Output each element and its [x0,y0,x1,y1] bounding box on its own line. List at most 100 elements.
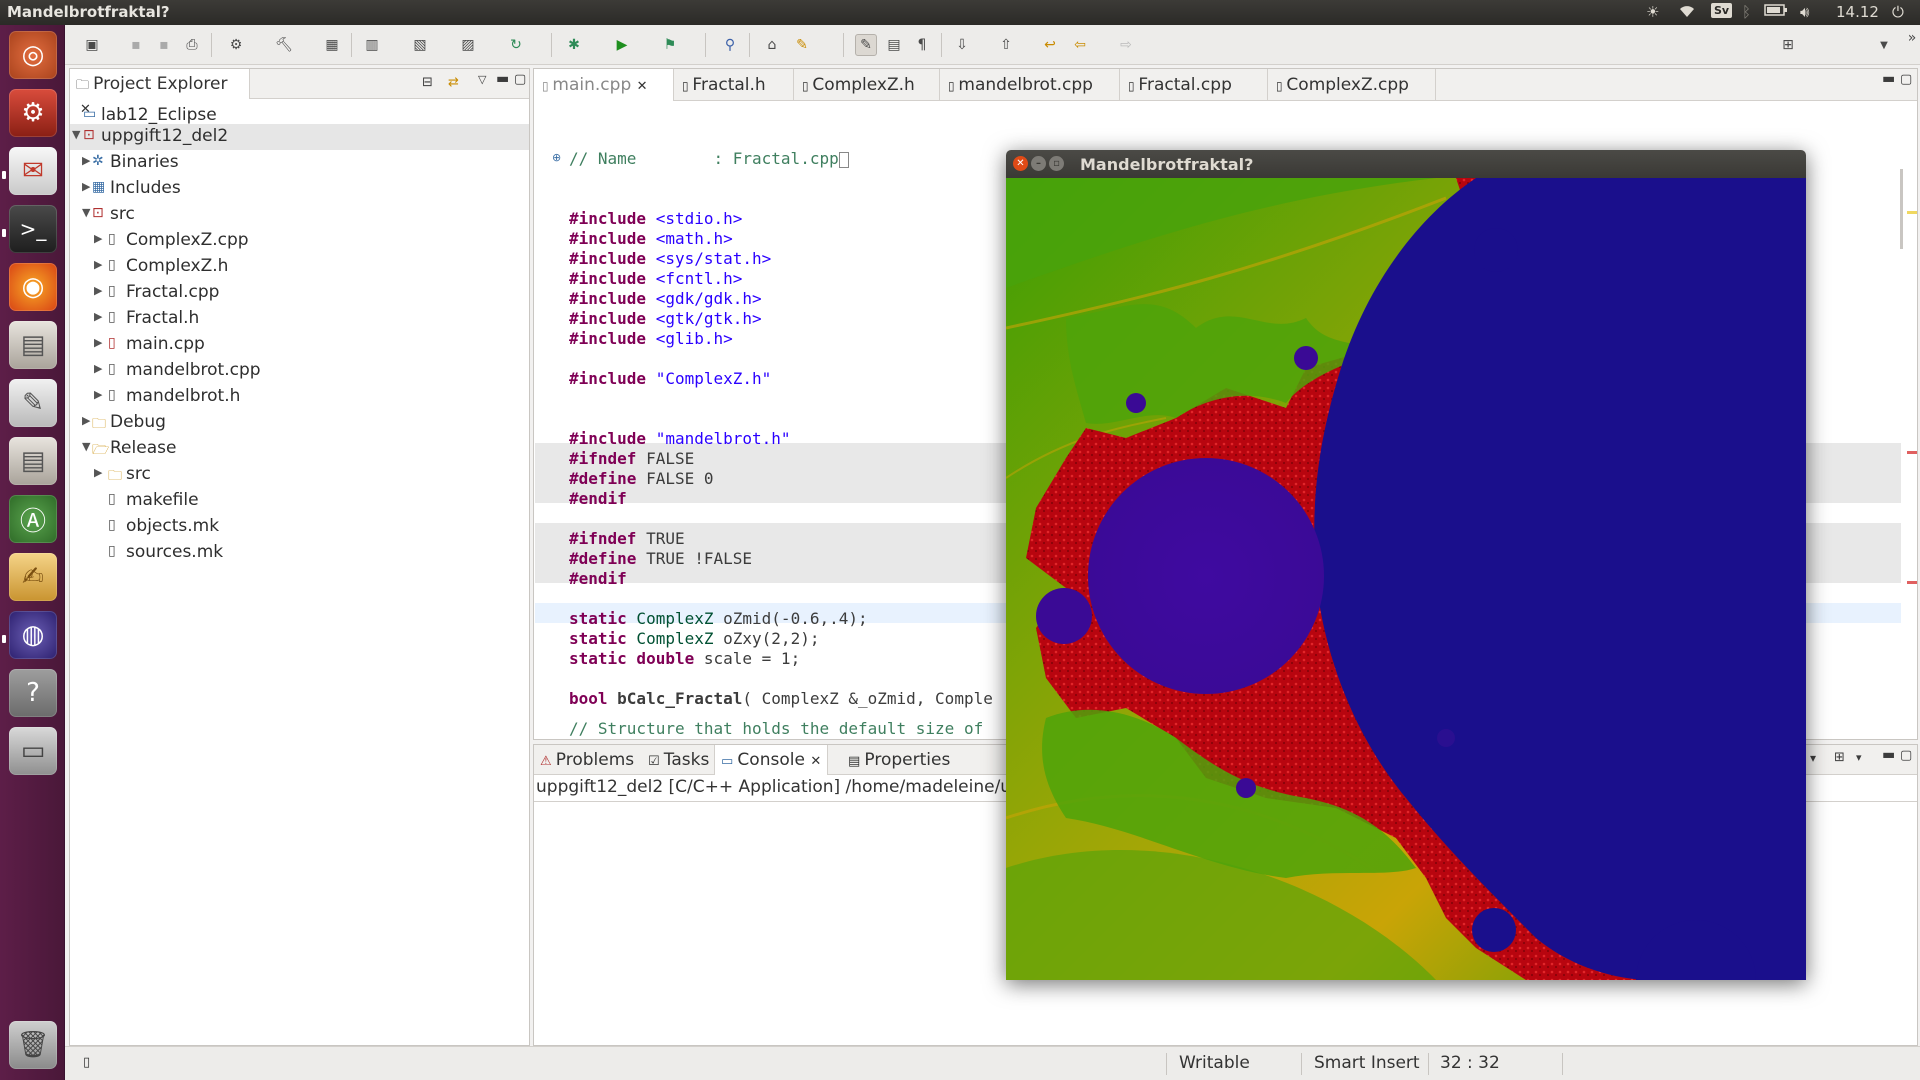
code-line[interactable]: #ifndef FALSE [569,449,694,469]
next-annotation-icon[interactable]: ⇩ [951,34,973,56]
text-editor-icon[interactable]: ✎ [9,379,57,427]
tree-item[interactable]: ▶ 🗀︎ src [70,462,529,488]
tree-item[interactable]: ▯ makefile [70,488,529,514]
error-marker[interactable] [1907,581,1917,584]
wifi-icon[interactable] [1678,3,1696,23]
code-line[interactable]: static double scale = 1; [569,649,800,669]
tab-fractal-cpp[interactable]: ▯ Fractal.cpp [1120,69,1268,101]
code-line[interactable]: #include <fcntl.h> [569,269,742,289]
print-icon[interactable]: ⎙ [181,34,203,56]
last-edit-icon[interactable]: ↩ [1039,34,1061,56]
prev-annotation-icon[interactable]: ⇧ [995,34,1017,56]
close-icon[interactable]: ✕ [1013,156,1028,171]
tree-item[interactable]: ▶ 🗀︎ Debug [70,410,529,436]
maximize-icon[interactable]: ▢ [514,72,526,87]
keyboard-layout-indicator[interactable]: Sv [1711,3,1733,18]
collapsed-arrow-icon[interactable]: ▶ [94,336,102,349]
code-line[interactable]: // Structure that holds the default size… [569,719,983,739]
minimize-icon[interactable]: ▬ [496,71,509,87]
show-whitespace-icon[interactable]: ¶ [911,34,933,56]
system-settings-icon[interactable]: ⚙ [9,89,57,137]
tab-complexz-cpp[interactable]: ▯ ComplexZ.cpp [1268,69,1436,101]
tab-properties[interactable]: ▤ Properties [842,745,956,775]
fold-expand-icon[interactable]: ⊕ [552,151,561,164]
minimize-icon[interactable]: ▬ [1882,71,1895,87]
forward-icon[interactable]: ⇨ [1115,34,1137,56]
eclipse-icon[interactable]: ◍ [9,611,57,659]
close-icon[interactable]: ✕ [810,754,821,769]
tree-item[interactable]: ▶ ▯ mandelbrot.h [70,384,529,410]
link-editor-icon[interactable]: ⇄ [448,75,459,90]
toggle-block-icon[interactable]: ▤ [883,34,905,56]
chevron-down-icon[interactable]: ▾ [1810,751,1816,765]
open-type-icon[interactable]: ⌂ [761,34,783,56]
new-folder-icon[interactable]: ▧ [409,34,431,56]
fractal-canvas[interactable] [1006,178,1806,980]
code-line[interactable]: bool bCalc_Fractal( ComplexZ &_oZmid, Co… [569,689,993,709]
files-icon-2[interactable]: ▤ [9,437,57,485]
fractal-window-titlebar[interactable]: ✕ – ▫ Mandelbrotfraktal? [1006,150,1806,178]
bluetooth-icon[interactable]: ᛒ [1742,3,1751,21]
drive-icon[interactable]: ▭ [9,727,57,775]
minimize-icon[interactable]: – [1031,156,1046,171]
overview-ruler[interactable] [1900,169,1903,249]
ubuntu-dash-icon[interactable]: ◎ [9,31,57,79]
tree-item[interactable]: ▯ sources.mk [70,540,529,566]
tab-project-explorer[interactable]: 🗀︎ Project Explorer ✕ [70,69,250,117]
code-line[interactable]: #define TRUE !FALSE [569,549,752,569]
tree-item[interactable]: ▶ ▯ ComplexZ.cpp [70,228,529,254]
tree-item[interactable]: ▶ ✲ Binaries [70,150,529,176]
code-line[interactable]: static ComplexZ oZxy(2,2); [569,629,819,649]
collapsed-arrow-icon[interactable]: ▶ [82,154,90,167]
code-line[interactable]: #ifndef TRUE [569,529,685,549]
chevron-down-icon[interactable]: ▼ [1873,34,1895,56]
mail-icon[interactable]: ✉ [9,147,57,195]
error-marker[interactable] [1907,451,1917,454]
toggle-mark-occurrences-icon[interactable]: ✎ [855,34,877,56]
expanded-arrow-icon[interactable]: ▼ [82,206,90,219]
collapsed-arrow-icon[interactable]: ▶ [82,414,90,427]
collapsed-arrow-icon[interactable]: ▶ [94,388,102,401]
power-icon[interactable]: ⏻ [1892,3,1904,21]
tab-tasks[interactable]: ☑ Tasks [642,745,715,775]
tab-fractal-h[interactable]: ▯ Fractal.h [674,69,794,101]
battery-icon[interactable] [1764,3,1788,21]
code-line[interactable]: static ComplexZ oZmid(-0.6,.4); [569,609,868,629]
tree-item[interactable]: ▶ ▯ main.cpp [70,332,529,358]
collapsed-arrow-icon[interactable]: ▶ [82,180,90,193]
code-line[interactable]: #include "ComplexZ.h" [569,369,771,389]
collapsed-arrow-icon[interactable]: ▶ [94,284,102,297]
back-icon[interactable]: ⇦ [1069,34,1091,56]
code-line[interactable]: #include <glib.h> [569,329,733,349]
open-console-icon[interactable]: ⊞ [1834,750,1845,765]
tab-problems[interactable]: ⚠ Problems [534,745,640,775]
run-icon[interactable]: ▶ [611,34,633,56]
clock[interactable]: 14.12 [1836,3,1879,21]
trash-icon[interactable]: 🗑︎ [9,1021,57,1069]
new-icon[interactable]: ▣ [81,34,103,56]
open-task-icon[interactable]: ✎ [791,34,813,56]
close-icon[interactable]: ✕ [637,79,648,94]
new-project-icon[interactable]: ▥ [361,34,383,56]
expanded-arrow-icon[interactable]: ▼ [82,440,90,453]
code-line[interactable]: #define FALSE 0 [569,469,714,489]
help-icon[interactable]: ? [9,669,57,717]
fractal-window[interactable]: ✕ – ▫ Mandelbrotfraktal? [1006,150,1806,980]
tree-item[interactable]: ▶ ▦ Includes [70,176,529,202]
code-line[interactable]: #endif [569,489,627,509]
save-all-icon[interactable]: ▪ [153,34,175,56]
firefox-icon[interactable]: ◉ [9,263,57,311]
files-icon[interactable]: ▤ [9,321,57,369]
warning-marker[interactable] [1907,211,1917,214]
tree-item[interactable]: ▯ objects.mk [70,514,529,540]
collapsed-arrow-icon[interactable]: ▶ [94,232,102,245]
open-perspective-icon[interactable]: ⊞ [1777,34,1799,56]
code-line[interactable]: #include <math.h> [569,229,733,249]
code-line[interactable]: #include <sys/stat.h> [569,249,771,269]
code-line[interactable]: #include <gdk/gdk.h> [569,289,762,309]
view-menu-icon[interactable]: ▽ [478,73,486,86]
fast-view-icon[interactable]: ▯ [83,1055,90,1070]
build-icon[interactable]: 🔨︎ [273,34,295,56]
maximize-icon[interactable]: ▢ [1900,72,1912,87]
build-config-icon[interactable]: ⚙ [225,34,247,56]
